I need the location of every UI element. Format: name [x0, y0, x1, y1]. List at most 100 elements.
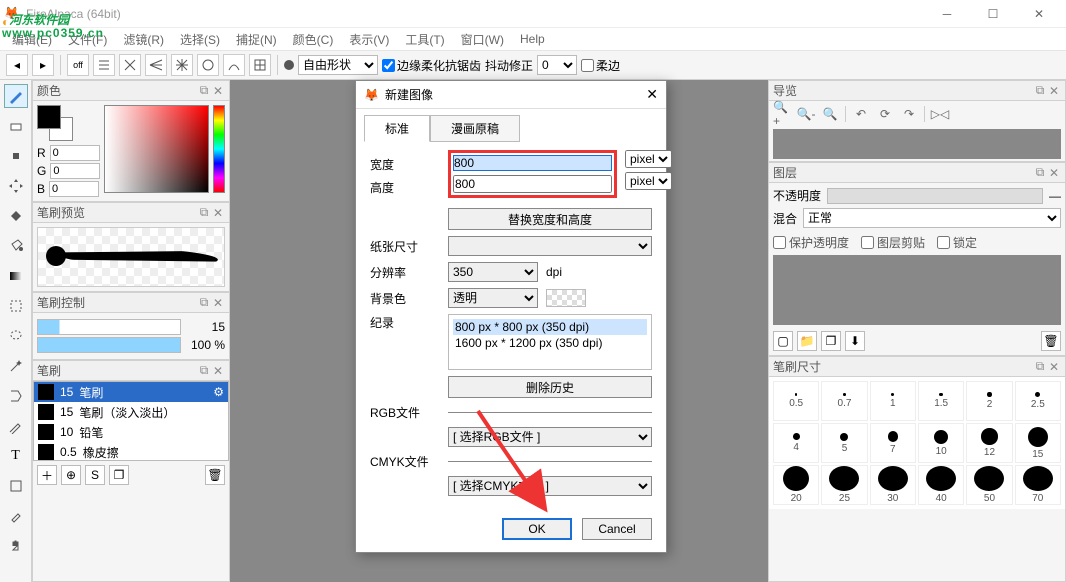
shake-correction-select[interactable]: 0: [537, 55, 577, 75]
brush-size-cell[interactable]: 12: [966, 423, 1012, 463]
tab-comic[interactable]: 漫画原稿: [430, 115, 520, 142]
rgb-file-select[interactable]: [ 选择RGB文件 ]: [448, 427, 652, 447]
panel-undock-icon[interactable]: ⧉: [1033, 84, 1047, 98]
panel-close-icon[interactable]: ✕: [1047, 360, 1061, 374]
eraser-tool-icon[interactable]: [4, 114, 28, 138]
tab-standard[interactable]: 标准: [364, 115, 430, 142]
brush-size-cell[interactable]: 2: [966, 381, 1012, 421]
add-brush2-icon[interactable]: ⊕: [61, 465, 81, 485]
gear-icon[interactable]: ⚙: [213, 385, 224, 399]
menu-color[interactable]: 颜色(C): [289, 29, 338, 50]
width-unit-select[interactable]: pixel: [625, 150, 672, 168]
zoom-fit-icon[interactable]: 🔍: [821, 105, 839, 123]
zoom-in-icon[interactable]: 🔍+: [773, 105, 791, 123]
menu-view[interactable]: 表示(V): [345, 29, 393, 50]
height-unit-select[interactable]: pixel: [625, 172, 672, 190]
brush-list-item[interactable]: 0.5橡皮擦: [34, 442, 228, 461]
flip-icon[interactable]: ▷◁: [931, 105, 949, 123]
color-field[interactable]: [104, 105, 209, 193]
snap-parallel-icon[interactable]: [93, 54, 115, 76]
add-brush-icon[interactable]: ＋: [37, 465, 57, 485]
brush-list-item[interactable]: 10铅笔: [34, 422, 228, 442]
brush-size-cell[interactable]: 1.5: [918, 381, 964, 421]
brush-size-cell[interactable]: 50: [966, 465, 1012, 505]
dialog-close-icon[interactable]: ✕: [646, 86, 658, 103]
color-g-input[interactable]: [50, 163, 100, 179]
maximize-button[interactable]: ☐: [970, 0, 1016, 28]
delete-history-button[interactable]: 删除历史: [448, 376, 652, 398]
menu-select[interactable]: 选择(S): [176, 29, 224, 50]
protect-alpha-checkbox[interactable]: 保护透明度: [773, 234, 849, 251]
swap-wh-button[interactable]: 替换宽度和高度: [448, 208, 652, 230]
delete-brush-icon[interactable]: 🗑: [205, 465, 225, 485]
nav-back-icon[interactable]: ◂: [6, 54, 28, 76]
eyedropper-tool-icon[interactable]: [4, 504, 28, 528]
brush-size-cell[interactable]: 20: [773, 465, 819, 505]
panel-undock-icon[interactable]: ⧉: [1033, 166, 1047, 180]
brush-size-slider[interactable]: [37, 319, 181, 335]
magic-wand-tool-icon[interactable]: [4, 354, 28, 378]
history-item[interactable]: 800 px * 800 px (350 dpi): [453, 319, 647, 335]
menu-window[interactable]: 窗口(W): [457, 29, 508, 50]
shape-select[interactable]: 自由形状: [298, 55, 378, 75]
lock-checkbox[interactable]: 锁定: [937, 234, 977, 251]
rotate-ccw-icon[interactable]: ↶: [852, 105, 870, 123]
brush-size-cell[interactable]: 70: [1015, 465, 1061, 505]
dot-tool-icon[interactable]: [4, 144, 28, 168]
brush-size-cell[interactable]: 30: [870, 465, 916, 505]
layer-opacity-slider[interactable]: [827, 188, 1043, 204]
merge-down-icon[interactable]: ⬇: [845, 331, 865, 351]
cancel-button[interactable]: Cancel: [582, 518, 652, 540]
panel-close-icon[interactable]: ✕: [1047, 84, 1061, 98]
text-tool-icon[interactable]: T: [4, 444, 28, 468]
new-layer-icon[interactable]: ▢: [773, 331, 793, 351]
rotate-cw-icon[interactable]: ↷: [900, 105, 918, 123]
menu-edit[interactable]: 编辑(E): [8, 29, 56, 50]
rotate-reset-icon[interactable]: ⟳: [876, 105, 894, 123]
menu-file[interactable]: 文件(F): [64, 29, 111, 50]
snap-curve-icon[interactable]: [223, 54, 245, 76]
snap-vanish-icon[interactable]: [145, 54, 167, 76]
hue-slider[interactable]: [213, 105, 225, 193]
blend-mode-select[interactable]: 正常: [803, 208, 1061, 228]
select-brush-tool-icon[interactable]: [4, 414, 28, 438]
minimize-button[interactable]: ─: [924, 0, 970, 28]
brush-opacity-slider[interactable]: [37, 337, 181, 353]
new-folder-icon[interactable]: 📁: [797, 331, 817, 351]
brush-size-cell[interactable]: 5: [821, 423, 867, 463]
height-input[interactable]: [453, 175, 612, 193]
clipping-checkbox[interactable]: 图层剪贴: [861, 234, 925, 251]
script-brush-icon[interactable]: S: [85, 465, 105, 485]
brush-size-cell[interactable]: 4: [773, 423, 819, 463]
zoom-out-icon[interactable]: 🔍-: [797, 105, 815, 123]
brush-size-cell[interactable]: 7: [870, 423, 916, 463]
brush-list[interactable]: 15笔刷⚙ 15笔刷（淡入淡出） 10铅笔 0.5橡皮擦: [33, 381, 229, 461]
brush-size-cell[interactable]: 15: [1015, 423, 1061, 463]
snap-radial-icon[interactable]: [171, 54, 193, 76]
dup-brush-icon[interactable]: ❐: [109, 465, 129, 485]
history-list[interactable]: 800 px * 800 px (350 dpi) 1600 px * 1200…: [448, 314, 652, 370]
nav-fwd-icon[interactable]: ▸: [32, 54, 54, 76]
brush-size-cell[interactable]: 0.7: [821, 381, 867, 421]
dup-layer-icon[interactable]: ❐: [821, 331, 841, 351]
width-input[interactable]: [453, 155, 612, 171]
shape-tool-icon[interactable]: [4, 474, 28, 498]
color-b-input[interactable]: [49, 181, 99, 197]
panel-close-icon[interactable]: ✕: [211, 84, 225, 98]
soft-edge-checkbox[interactable]: 柔边: [581, 57, 620, 74]
brush-size-cell[interactable]: 2.5: [1015, 381, 1061, 421]
menu-snap[interactable]: 捕捉(N): [232, 29, 281, 50]
bg-select[interactable]: 透明: [448, 288, 538, 308]
select-lasso-tool-icon[interactable]: [4, 324, 28, 348]
navigator-preview[interactable]: [773, 129, 1061, 159]
panel-undock-icon[interactable]: ⧉: [197, 296, 211, 310]
brush-size-cell[interactable]: 40: [918, 465, 964, 505]
panel-undock-icon[interactable]: ⧉: [197, 84, 211, 98]
brush-tool-icon[interactable]: [4, 84, 28, 108]
panel-close-icon[interactable]: ✕: [211, 296, 225, 310]
layer-list[interactable]: [773, 255, 1061, 325]
snap-cross-icon[interactable]: [119, 54, 141, 76]
panel-close-icon[interactable]: ✕: [211, 206, 225, 220]
select-rect-tool-icon[interactable]: [4, 294, 28, 318]
brush-list-item[interactable]: 15笔刷（淡入淡出）: [34, 402, 228, 422]
